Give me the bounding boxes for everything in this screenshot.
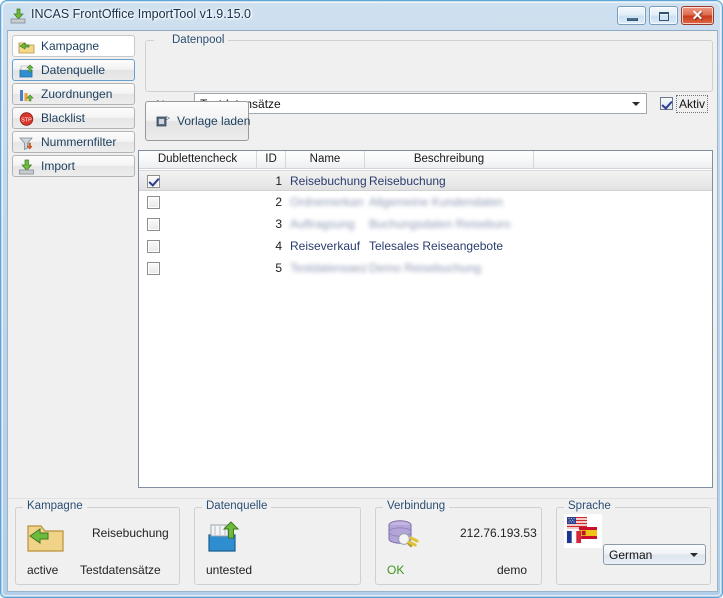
datapool-group-title: Datenpool (154, 34, 229, 48)
row-description: Reisebuchung (369, 174, 446, 188)
status-kampagne-state: active (27, 563, 59, 577)
minimize-icon (627, 18, 638, 21)
status-datenquelle-title: Datenquelle (202, 500, 272, 513)
status-kampagne-name: Reisebuchung (92, 526, 169, 540)
close-button[interactable]: ✕ (681, 6, 714, 25)
sidebar-item-datenquelle[interactable]: Datenquelle (12, 59, 135, 81)
sidebar-item-label: Kampagne (41, 39, 100, 53)
folder-campaign-icon (27, 525, 64, 552)
row-id: 4 (275, 239, 282, 253)
import-arrow-icon (19, 159, 34, 175)
mapping-chart-icon (20, 90, 34, 102)
sidebar-item-label: Nummernfilter (41, 135, 117, 149)
status-bar: Kampagne Reisebuchung active Testdatensä… (8, 498, 717, 591)
minimize-button[interactable] (617, 6, 646, 25)
datapool-groupbox (145, 40, 713, 92)
row-id: 1 (275, 174, 282, 188)
table-header-row: Dublettencheck ID Name Beschreibung (139, 151, 712, 169)
table-row[interactable]: 1 Reisebuchung Reisebuchung (139, 170, 712, 191)
maximize-icon (659, 12, 669, 21)
stop-sign-icon: STP (19, 112, 34, 126)
sidebar-item-label: Blacklist (41, 111, 86, 125)
status-kampagne-group: Kampagne Reisebuchung active Testdatensä… (15, 500, 180, 585)
row-description: Allgemeine Kundendaten (369, 195, 504, 209)
window-title: INCAS FrontOffice ImportTool v1.9.15.0 (31, 7, 252, 21)
row-checkbox[interactable] (147, 262, 160, 275)
flags-icon (564, 514, 602, 548)
status-verbindung-title: Verbindung (383, 500, 450, 513)
column-header-id[interactable]: ID (257, 151, 286, 169)
sidebar-item-label: Datenquelle (41, 63, 106, 77)
column-header-empty[interactable] (534, 151, 712, 169)
sidebar-item-label: Import (41, 159, 76, 173)
status-datenquelle-group: Datenquelle untested (194, 500, 361, 585)
row-name: Testdatensaez (290, 261, 368, 275)
table-row[interactable]: 3 Auftragsung Buchungsdaten Reiseburo (139, 214, 712, 235)
status-datenquelle-state: untested (206, 563, 253, 577)
sidebar-item-kampagne[interactable]: Kampagne (12, 35, 135, 57)
close-icon: ✕ (691, 7, 704, 23)
datasource-icon (208, 521, 240, 552)
row-description: Buchungsdaten Reiseburo (369, 217, 511, 231)
import-arrow-icon (10, 8, 26, 24)
datapool-name-combobox[interactable]: Testdatensätze (194, 93, 647, 114)
status-kampagne-title: Kampagne (23, 500, 87, 513)
row-name: Reisebuchung (290, 174, 367, 188)
sidebar-item-import[interactable]: Import (12, 155, 135, 177)
sidebar-item-label: Zuordnungen (41, 87, 113, 101)
chevron-down-icon (632, 102, 640, 106)
sidebar-item-blacklist[interactable]: STP Blacklist (12, 107, 135, 129)
row-name: Reiseverkauf (290, 239, 361, 253)
client-area: Kampagne Datenquelle Zuordnungen STP Bla… (7, 30, 718, 592)
status-verbindung-group: Verbindung 212.76.193.53 OK demo (375, 500, 542, 585)
sidebar-item-zuordnungen[interactable]: Zuordnungen (12, 83, 135, 105)
language-value: German (609, 548, 653, 562)
row-id: 3 (275, 217, 282, 231)
row-description: Telesales Reiseangebote (369, 239, 504, 253)
table-row[interactable]: 5 Testdatensaez Demo Reisebuchung (139, 258, 712, 279)
status-verbindung-user: demo (497, 563, 528, 577)
chevron-down-icon (690, 553, 698, 557)
row-checkbox[interactable] (147, 240, 160, 253)
row-checkbox[interactable] (147, 175, 160, 188)
row-description: Demo Reisebuchung (369, 261, 482, 275)
status-kampagne-datapool: Testdatensätze (80, 563, 161, 577)
active-checkbox-label: Aktiv (676, 95, 709, 113)
title-bar[interactable]: INCAS FrontOffice ImportTool v1.9.15.0 ✕ (1, 1, 723, 31)
row-name: Auftragsung (290, 217, 355, 231)
datapool-table: Dublettencheck ID Name Beschreibung 1 Re… (138, 150, 713, 488)
row-name: Ordnemerkan (290, 195, 364, 209)
column-header-beschreibung[interactable]: Beschreibung (365, 151, 534, 169)
funnel-filter-icon (19, 137, 33, 151)
folder-campaign-icon (18, 42, 35, 54)
status-sprache-group: Sprache German (556, 500, 711, 585)
active-checkbox[interactable] (660, 97, 673, 110)
table-row[interactable]: 4 Reiseverkauf Telesales Reiseangebote (139, 236, 712, 257)
svg-text:STP: STP (21, 118, 32, 124)
database-plug-icon (388, 520, 419, 548)
status-verbindung-state: OK (387, 563, 405, 577)
maximize-button[interactable] (649, 6, 678, 25)
load-template-button[interactable]: Vorlage laden (145, 101, 251, 141)
load-template-icon (156, 116, 171, 127)
table-row[interactable]: 2 Ordnemerkan Allgemeine Kundendaten (139, 192, 712, 213)
status-sprache-title: Sprache (564, 500, 615, 513)
load-template-label: Vorlage laden (177, 114, 251, 128)
application-window: INCAS FrontOffice ImportTool v1.9.15.0 ✕… (0, 0, 723, 598)
column-header-name[interactable]: Name (286, 151, 365, 169)
datasource-icon (19, 64, 34, 78)
status-verbindung-host: 212.76.193.53 (460, 526, 537, 540)
sidebar-item-nummernfilter[interactable]: Nummernfilter (12, 131, 135, 153)
row-id: 5 (275, 261, 282, 275)
column-header-dublettencheck[interactable]: Dublettencheck (139, 151, 257, 169)
row-checkbox[interactable] (147, 218, 160, 231)
sidebar-nav: Kampagne Datenquelle Zuordnungen STP Bla… (8, 31, 138, 499)
row-id: 2 (275, 195, 282, 209)
row-checkbox[interactable] (147, 196, 160, 209)
language-combobox[interactable]: German (603, 544, 706, 565)
